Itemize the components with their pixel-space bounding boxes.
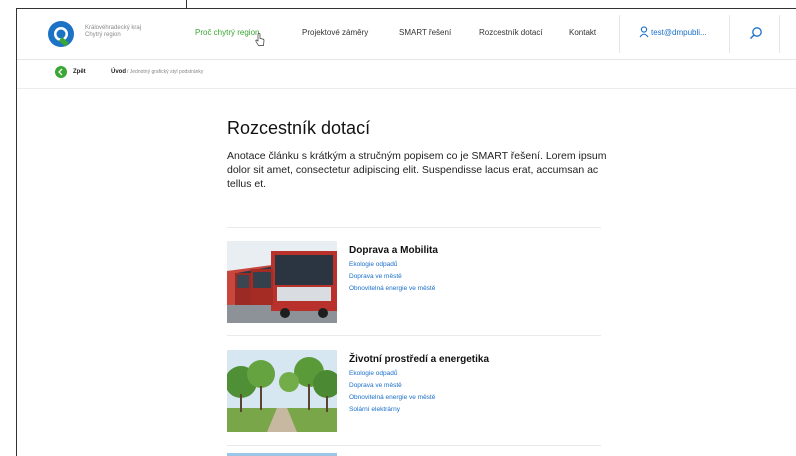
card-link[interactable]: Doprava ve městě [349,273,402,280]
card-link[interactable]: Ekologie odpadů [349,370,397,377]
main-content: Rozcestník dotací Anotace článku s krátk… [17,89,796,456]
card-link[interactable]: Obnovitelná energie ve městě [349,285,435,292]
nav-item-kontakt[interactable]: Kontakt [569,28,596,37]
card-link[interactable]: Obnovitelná energie ve městě [349,394,435,401]
breadcrumb-current: / Jednotný grafický styl podstránky [127,69,204,75]
browser-viewport: Královéhradecký kraj Chytrý region Proč … [16,8,796,456]
bus-photo [227,241,337,323]
logo-text: Královéhradecký kraj Chytrý region [85,25,141,39]
breadcrumb-home[interactable]: Úvod [111,69,126,75]
breadcrumb: Zpět Úvod / Jednotný grafický styl podst… [17,60,796,89]
logo-icon[interactable] [47,20,75,48]
user-account-link[interactable]: test@dmpubli... [651,28,707,37]
nav-item-rozcestnik-dotaci[interactable]: Rozcestník dotací [479,28,543,37]
card-link[interactable]: Solární elektrárny [349,406,400,413]
nav-item-proc-chytry-region[interactable]: Proč chytrý region [195,28,259,37]
site-header: Královéhradecký kraj Chytrý region Proč … [17,9,796,60]
card-image-environment[interactable] [227,350,337,432]
lead-paragraph: Anotace článku s krátkým a stručným popi… [227,150,607,190]
back-arrow-icon[interactable] [55,66,67,78]
user-icon [639,26,649,38]
hand-cursor-icon [255,33,265,46]
card-image-transport[interactable] [227,241,337,323]
page-title: Rozcestník dotací [227,118,371,138]
card-link[interactable]: Doprava ve městě [349,382,402,389]
logo-line-1: Královéhradecký kraj [85,25,142,31]
card-link[interactable]: Ekologie odpadů [349,261,397,268]
header-divider [779,15,780,53]
header-divider [619,15,620,53]
logo-line-2: Chytrý region [85,32,121,38]
back-link[interactable]: Zpět [73,69,86,75]
divider [227,335,601,336]
window-edge [0,0,187,8]
card-title-environment[interactable]: Životní prostředí a energetika [349,354,489,365]
nav-item-projektove-zamery[interactable]: Projektové záměry [302,28,368,37]
park-photo [227,350,337,432]
divider [227,227,601,228]
search-icon[interactable] [749,26,763,40]
header-divider [729,15,730,53]
divider [227,445,601,446]
nav-item-smart-reseni[interactable]: SMART řešení [399,28,451,37]
card-title-transport[interactable]: Doprava a Mobilita [349,245,438,256]
